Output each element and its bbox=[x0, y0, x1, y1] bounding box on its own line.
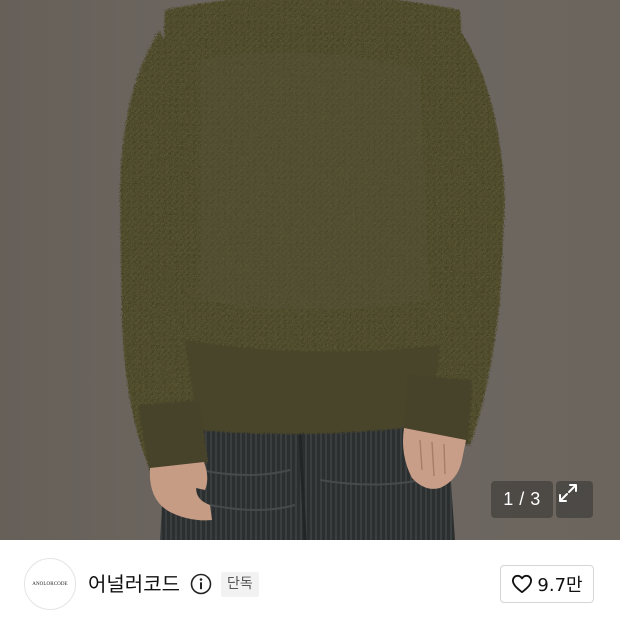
product-image[interactable]: 1 / 3 bbox=[0, 0, 620, 540]
info-icon[interactable] bbox=[190, 573, 212, 595]
image-counter: 1 / 3 bbox=[491, 481, 553, 518]
product-photo-illustration bbox=[120, 0, 505, 540]
brand-logo-text: ANOLORCODE bbox=[32, 581, 68, 587]
exclusive-badge: 단독 bbox=[221, 572, 259, 597]
sweater bbox=[120, 0, 505, 475]
expand-image-button[interactable] bbox=[556, 481, 593, 518]
like-count: 9.7만 bbox=[537, 575, 583, 596]
expand-arrows-icon bbox=[559, 484, 577, 502]
heart-icon bbox=[512, 574, 533, 594]
brand-logo[interactable]: ANOLORCODE bbox=[24, 558, 76, 610]
brand-name[interactable]: 어널러코드 bbox=[88, 569, 180, 599]
like-button[interactable]: 9.7만 bbox=[500, 565, 594, 603]
